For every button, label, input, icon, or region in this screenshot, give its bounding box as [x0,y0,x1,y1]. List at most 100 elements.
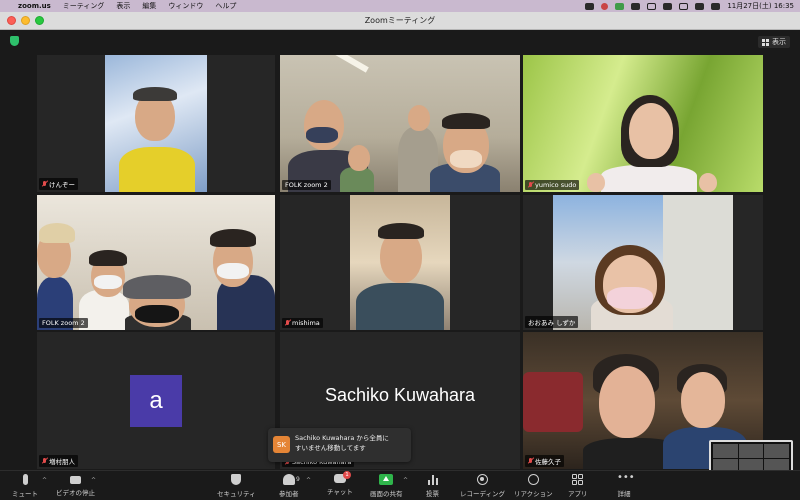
view-button-label: 表示 [772,38,786,46]
video-tile[interactable]: a 増村朋人 [37,332,275,469]
participant-name: FOLK zoom 2 [42,319,85,327]
poll-chart-icon [427,474,438,485]
chat-label: チャット [327,488,353,496]
maximize-window-button[interactable] [35,16,44,25]
apps-button[interactable]: アプリ [568,474,588,498]
view-button[interactable]: 表示 [758,36,790,48]
chat-bubble-icon: 1 [333,471,351,483]
muted-mic-icon [528,458,533,464]
participant-nametag: FOLK zoom 2 [282,180,331,190]
menu-help[interactable]: ヘルプ [215,1,236,11]
close-window-button[interactable] [7,16,16,25]
menu-edit[interactable]: 編集 [142,1,156,11]
participant-avatar: a [130,375,182,427]
chat-button[interactable]: 1 チャット [327,471,353,496]
user-icon[interactable] [711,2,721,10]
chat-notification[interactable]: SK Sachiko Kuwahara から全員に すいません移動してます [268,428,411,462]
video-tile[interactable]: mishima [280,195,520,330]
status-line-icon[interactable] [615,2,625,10]
share-screen-label: 画面の共有 [370,490,403,498]
macos-menubar: zoom.us ミーティング 表示 編集 ウィンドウ ヘルプ 11月27日(土)… [0,0,800,12]
video-tile-active-speaker[interactable]: yumico sudo [523,55,763,192]
video-tile[interactable]: おおあみ しずか [523,195,763,330]
menubar-clock[interactable]: 11月27日(土) 16:35 [727,1,794,11]
control-center-icon[interactable] [695,2,705,10]
minimize-window-button[interactable] [21,16,30,25]
video-tile[interactable]: FOLK zoom 2 [280,55,520,192]
participant-name: 佐藤久子 [535,458,561,466]
more-dots-icon: ••• [617,472,635,483]
participant-nametag: FOLK zoom 2 [39,318,88,328]
menu-window[interactable]: ウィンドウ [168,1,203,11]
share-screen-button[interactable]: 画面の共有 [370,474,403,498]
share-screen-icon [379,474,394,485]
participant-video [280,55,520,192]
security-shield-icon [231,474,242,485]
participant-nametag: 増村朋人 [39,455,78,467]
video-camera-icon [70,476,81,484]
participant-video [523,55,763,192]
participant-nametag: けんぞー [39,178,78,190]
participant-display-name: Sachiko Kuwahara [324,385,476,405]
participant-video [350,195,450,330]
participant-name: mishima [292,319,320,327]
participant-name: けんぞー [49,181,75,189]
participant-nametag: おおあみ しずか [525,316,579,328]
participants-label: 参加者 [279,490,299,498]
participant-video [105,55,207,192]
menubar-status-area: 11月27日(土) 16:35 [585,0,794,12]
notification-avatar: SK [273,436,290,453]
video-options-caret-icon[interactable]: ^ [91,477,96,484]
security-label: セキュリティ [217,490,256,498]
participant-nametag: yumico sudo [525,180,580,190]
window-title: Zoomミーティング [364,16,436,25]
share-options-caret-icon[interactable]: ^ [403,477,408,484]
video-tile[interactable]: けんぞー [37,55,275,192]
security-button[interactable]: セキュリティ [217,474,256,498]
record-icon [477,474,489,485]
menu-view[interactable]: 表示 [116,1,130,11]
muted-mic-icon [285,320,290,326]
wifi-icon[interactable] [663,2,673,10]
mute-label: ミュート [12,490,38,498]
video-tile[interactable]: FOLK zoom 2 [37,195,275,330]
window-controls [7,16,44,25]
record-label: レコーディング [460,490,506,498]
window-titlebar: Zoomミーティング [0,12,800,30]
encryption-shield-icon[interactable] [10,36,19,46]
mute-button[interactable]: ミュート [12,474,38,498]
reactions-button[interactable]: リアクション [514,474,553,498]
notification-text: Sachiko Kuwahara から全員に すいません移動してます [295,433,389,453]
status-camera-icon[interactable] [631,2,641,10]
participant-name: 増村朋人 [49,458,75,466]
participant-nametag: 佐藤久子 [525,455,564,467]
poll-button[interactable]: 投票 [426,474,439,498]
menu-meeting[interactable]: ミーティング [63,1,105,11]
status-app-icon[interactable] [585,2,595,10]
audio-options-caret-icon[interactable]: ^ [42,477,47,484]
participant-name: FOLK zoom 2 [285,181,328,189]
participant-name: yumico sudo [535,181,577,189]
more-button[interactable]: ••• 詳細 [617,472,635,499]
record-button[interactable]: レコーディング [460,474,505,498]
menu-app-name[interactable]: zoom.us [18,2,51,10]
status-record-icon[interactable] [601,2,609,10]
reactions-label: リアクション [514,490,553,498]
battery-icon[interactable] [679,2,689,10]
gallery-grid-icon [762,38,769,46]
participants-icon [282,474,295,485]
participant-video [37,195,275,330]
stop-video-button[interactable]: ビデオの停止 [56,474,95,497]
participant-count-badge: 9 [296,476,300,483]
notification-sender: Sachiko Kuwahara から全員に [295,434,389,442]
notification-message: すいません移動してます [295,444,366,452]
input-source-icon[interactable] [647,2,657,10]
muted-mic-icon [528,182,533,188]
participants-options-caret-icon[interactable]: ^ [306,477,311,484]
muted-mic-icon [42,458,47,464]
reaction-smiley-icon [527,474,539,485]
meeting-area: 表示 けんぞー FOLK zoom 2 yumico sudo FOLK zoo… [0,30,800,470]
microphone-icon [22,474,28,485]
chat-unread-badge: 1 [342,471,351,479]
participant-name: おおあみ しずか [528,319,576,327]
